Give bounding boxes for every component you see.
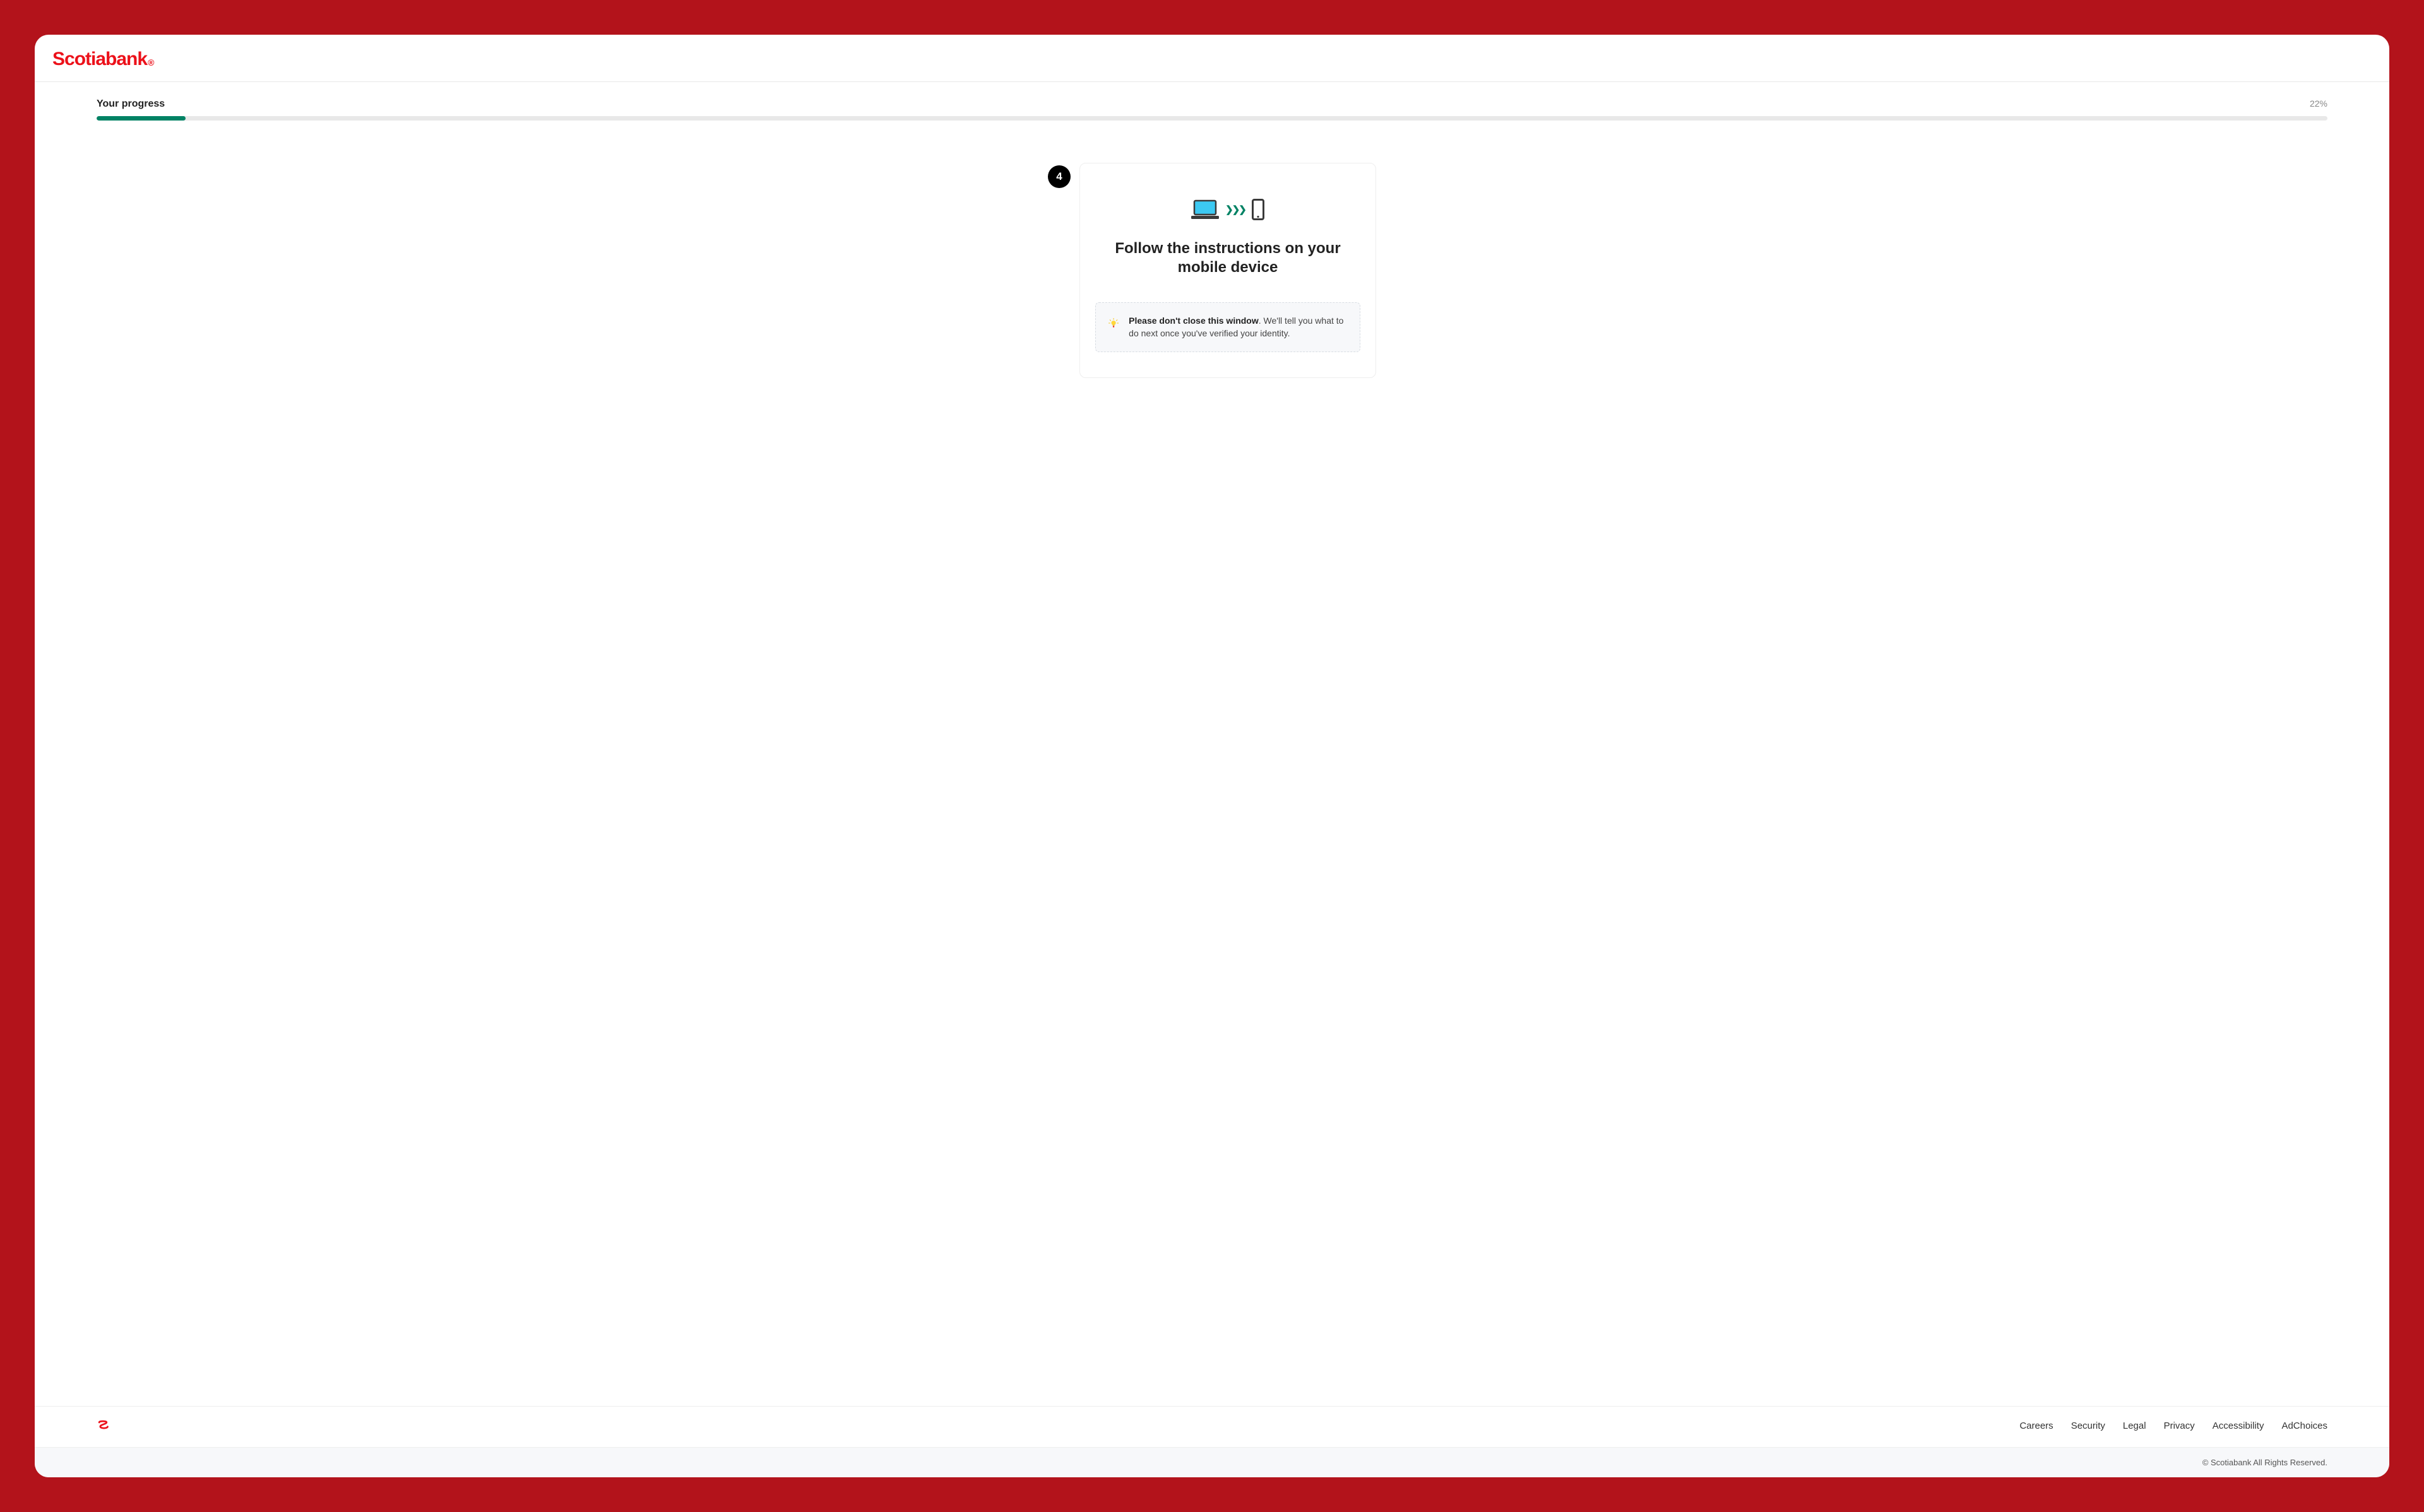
- step-card-wrap: 4 ❯❯❯ Follow the instructions on your mo…: [1048, 163, 1376, 378]
- footer-link-adchoices[interactable]: AdChoices: [2281, 1420, 2327, 1431]
- footer-link-careers[interactable]: Careers: [2019, 1420, 2053, 1431]
- scotiabank-s-icon: [97, 1419, 109, 1432]
- lightbulb-icon: [1108, 314, 1119, 332]
- tip-text: Please don't close this window. We'll te…: [1129, 314, 1347, 340]
- smartphone-icon: [1252, 199, 1264, 220]
- instruction-card: ❯❯❯ Follow the instructions on your mobi…: [1079, 163, 1376, 378]
- tip-box: Please don't close this window. We'll te…: [1095, 302, 1360, 352]
- progress-label: Your progress: [97, 98, 165, 110]
- footer-link-accessibility[interactable]: Accessibility: [2213, 1420, 2264, 1431]
- progress-row: Your progress 22%: [97, 98, 2327, 110]
- footer-top: Careers Security Legal Privacy Accessibi…: [35, 1406, 2389, 1447]
- logo-dot: ®: [148, 57, 153, 68]
- footer-link-privacy[interactable]: Privacy: [2164, 1420, 2195, 1431]
- footer-link-security[interactable]: Security: [2071, 1420, 2105, 1431]
- laptop-icon: [1191, 199, 1219, 220]
- logo-text: Scotiabank: [52, 49, 147, 70]
- chevron-right-icon: ❯❯❯: [1225, 204, 1245, 215]
- card-title: Follow the instructions on your mobile d…: [1114, 239, 1341, 277]
- progress-section: Your progress 22%: [35, 82, 2389, 128]
- progress-percent: 22%: [2310, 98, 2327, 109]
- scotiabank-logo: Scotiabank®: [52, 49, 153, 70]
- device-transfer-illustration: ❯❯❯: [1098, 199, 1358, 220]
- header: Scotiabank®: [35, 35, 2389, 82]
- progress-fill: [97, 116, 186, 121]
- app-window: Scotiabank® Your progress 22% 4 ❯❯❯: [35, 35, 2389, 1477]
- tip-bold: Please don't close this window: [1129, 316, 1259, 326]
- main-content: 4 ❯❯❯ Follow the instructions on your mo…: [35, 128, 2389, 1477]
- footer-link-legal[interactable]: Legal: [2123, 1420, 2146, 1431]
- progress-bar: [97, 116, 2327, 121]
- footer-links: Careers Security Legal Privacy Accessibi…: [2019, 1420, 2327, 1431]
- step-number-badge: 4: [1048, 165, 1071, 188]
- footer-copyright: © Scotiabank All Rights Reserved.: [35, 1447, 2389, 1477]
- footer: Careers Security Legal Privacy Accessibi…: [35, 1406, 2389, 1477]
